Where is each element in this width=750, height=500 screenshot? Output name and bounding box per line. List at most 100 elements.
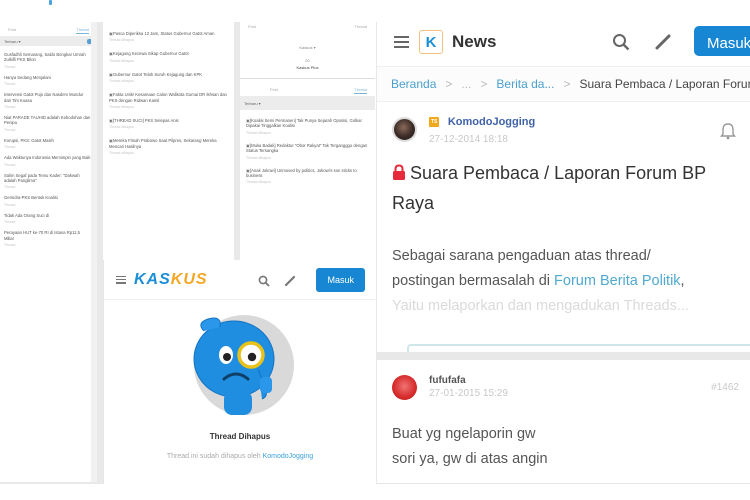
column-2-items: Pasca Diperiksa 12 Jam, Status Gubernur … [103,22,234,155]
breadcrumb-forum[interactable]: Berita da... [496,77,554,91]
thread-title[interactable]: Niat PARADE TAUHID adalah Kebodohan dan … [4,115,91,126]
avatar[interactable] [392,116,417,142]
thread-list-column-1: Post Thread Terbaru ▾ Gusfadhli Semarang… [0,22,97,482]
list-item[interactable]: Korupsi, PKS: Gatot Masih Thread [0,132,97,149]
expand-post-box[interactable] [407,344,750,352]
thread-title[interactable]: Korupsi, PKS: Gatot Masih [4,138,91,143]
thread-title[interactable]: Salim Segaf pada Temu Kader: "Dakwah ada… [4,173,91,184]
filter-label[interactable]: Terbaru ▾ [4,39,21,44]
bell-icon[interactable] [720,122,736,145]
menu-icon[interactable] [394,36,409,48]
column-3-items: [Koalisi Semi Permanen] Tak Punya Sejara… [240,110,375,184]
thread-list-column-2: Pasca Diperiksa 12 Jam, Status Gubernur … [103,22,234,262]
list-item[interactable]: Niat PARADE TAUHID adalah Kebodohan dan … [0,109,97,132]
news-thread-panel: K News Masuk Beranda > ... > Berita da..… [376,22,750,484]
top-strip [0,0,750,22]
thread-title[interactable]: Gusfadhli Semarang, Saldo Bongkar Umrah … [4,52,91,63]
chevron-right-icon: > [480,77,488,91]
top-fragment [49,0,52,5]
chevron-right-icon: > [445,77,453,91]
filter-label[interactable]: Terbaru ▾ [244,101,261,106]
kaskus-news-logo[interactable]: K [419,30,443,54]
tab-post[interactable]: Post [8,27,16,34]
login-button[interactable]: Masuk [316,267,365,292]
thread-meta: Thread dihapus [246,180,271,185]
kaskus-logo[interactable]: KASKUS [134,271,208,289]
list-item[interactable]: Salim Segaf pada Temu Kader: "Dakwah ada… [0,167,97,190]
list-item[interactable]: Kejagung Kecewa Sikap Gubernur GatotThre… [103,42,234,62]
thread-title[interactable]: Mereka Fitnah Prabowo Saat Pilpres, Seka… [109,138,230,149]
thread-opening-post: TS KomodoJogging 27-12-2014 18:18 Suara … [377,102,750,319]
login-button[interactable]: Masuk [694,26,750,56]
filter-bar[interactable]: Terbaru ▾ [240,96,375,110]
reply-author-name[interactable]: fufufafa [429,375,508,386]
thread-meta: Thread dihapus [109,151,134,156]
thread-title[interactable]: Kejagung Kecewa Sikap Gubernur Gatot [109,51,230,56]
thread-title[interactable]: [Koalisi Semi Permanen] Tak Punya Sejara… [246,118,371,129]
thread-title[interactable]: Tidak Ada Orang Suci di [4,213,91,218]
list-item[interactable]: Pasca Diperiksa 12 Jam, Status Gubernur … [103,22,234,42]
profile-name: Kaskus Plus [296,65,319,70]
list-item[interactable]: Intervensi Gatot Pujo dan Nasdem Mundur … [0,86,97,109]
thread-list-column-3: Post Thread Kaskus ▾ 20 Kaskus Plus Post… [240,22,375,262]
thread-title[interactable]: Pasca Diperiksa 12 Jam, Status Gubernur … [109,31,230,36]
lock-icon [392,159,406,180]
list-item[interactable]: Hanya Sedang Menjalani Thread [0,69,97,86]
thread-title[interactable]: Intervensi Gatot Pujo dan Nasdem Mundur … [4,92,91,103]
thread-title[interactable]: [THREAD SUCI] PKS Selepas Anis [109,118,230,123]
list-item[interactable]: Ada Waktunya Indonesia Memimpin yang Bai… [0,149,97,166]
deleted-title: Thread Dihapus [209,432,271,441]
forum-link[interactable]: Forum Berita Politik [554,273,681,289]
list-item[interactable]: Gubernur Gatot Telah Suruh Kejagung dan … [103,63,234,83]
divider [377,483,750,484]
post-body: Sebagai sarana pengaduan atas thread/ po… [392,244,736,319]
search-icon[interactable] [258,274,271,287]
thread-title[interactable]: Perayaan HUT ke-70 RI di Istana Rp11,5 M… [4,230,91,241]
pencil-icon[interactable] [654,33,672,51]
avatar[interactable] [392,374,417,400]
list-item[interactable]: Perayaan HUT ke-70 RI di Istana Rp11,5 M… [0,224,97,247]
pencil-icon[interactable] [284,274,296,286]
thread-title[interactable]: Hanya Sedang Menjalani [4,75,91,80]
tab-thread[interactable]: Thread [76,27,89,34]
tab-thread[interactable]: Thread [354,87,367,94]
breadcrumb-current: Suara Pembaca / Laporan Forum BP Raya [579,77,750,91]
tab-post[interactable]: Post [248,24,256,29]
thread-title[interactable]: [Anak Jokowi] Unmoved by politics, Jokow… [246,168,371,179]
thread-title[interactable]: Gubernur Gatot Telah Suruh Kejagung dan … [109,72,230,77]
column-1-tabs: Post Thread [0,22,97,36]
list-item[interactable]: [THREAD SUCI] PKS Selepas AnisThread dih… [103,109,234,129]
deleted-thread-panel: KASKUS Masuk Thread Dihapus Thread ini s… [103,260,375,484]
profile-dropdown[interactable]: Kaskus ▾ [240,45,375,50]
reply-post: fufufafa 27-01-2015 15:29 #1462 Buat yg … [377,352,750,482]
list-item[interactable]: [Muka Badak] Redaktur "Obor Rakyat" Tak … [240,135,375,160]
scrollbar[interactable] [91,22,97,482]
list-item[interactable]: [Koalisi Semi Permanen] Tak Punya Sejara… [240,110,375,135]
list-item[interactable]: Mereka Fitnah Prabowo Saat Pilpres, Seka… [103,129,234,155]
list-item[interactable]: Gerindra-PKS Bentuk Koalisi Thread [0,189,97,206]
post-number[interactable]: #1462 [711,382,739,393]
chevron-right-icon: > [563,77,571,91]
thread-starter-badge: TS [429,117,440,128]
tab-thread[interactable]: Thread [354,24,367,29]
thread-title[interactable]: Ada Waktunya Indonesia Memimpin yang Bai… [4,155,91,160]
breadcrumb-ellipsis[interactable]: ... [461,77,471,91]
menu-icon[interactable] [116,275,126,284]
list-item[interactable]: Tidak Ada Orang Suci di Thread [0,207,97,224]
list-item[interactable]: [Anak Jokowi] Unmoved by politics, Jokow… [240,160,375,185]
filter-bar[interactable]: Terbaru ▾ [0,36,97,46]
deleted-subtitle: Thread ini sudah dihapus oleh KomodoJogg… [166,453,314,460]
breadcrumb: Beranda > ... > Berita da... > Suara Pem… [377,66,750,102]
deleted-by-user-link[interactable]: KomodoJogging [263,453,314,460]
list-item[interactable]: Gusfadhli Semarang, Saldo Bongkar Umrah … [0,46,97,69]
column-1-items: Gusfadhli Semarang, Saldo Bongkar Umrah … [0,46,97,247]
thread-title[interactable]: Gerindra-PKS Bentuk Koalisi [4,195,91,200]
list-item[interactable]: Fakta Unik! Kesamaan Calon Walikota Guma… [103,83,234,109]
reply-body: Buat yg ngelaporin gw sori ya, gw di ata… [392,426,548,467]
thread-title[interactable]: [Muka Badak] Redaktur "Obor Rakyat" Tak … [246,143,371,154]
thread-title[interactable]: Fakta Unik! Kesamaan Calon Walikota Guma… [109,92,230,103]
tab-post[interactable]: Post [270,87,278,94]
author-name[interactable]: KomodoJogging [448,116,535,128]
breadcrumb-home[interactable]: Beranda [391,77,436,91]
search-icon[interactable] [612,33,630,51]
